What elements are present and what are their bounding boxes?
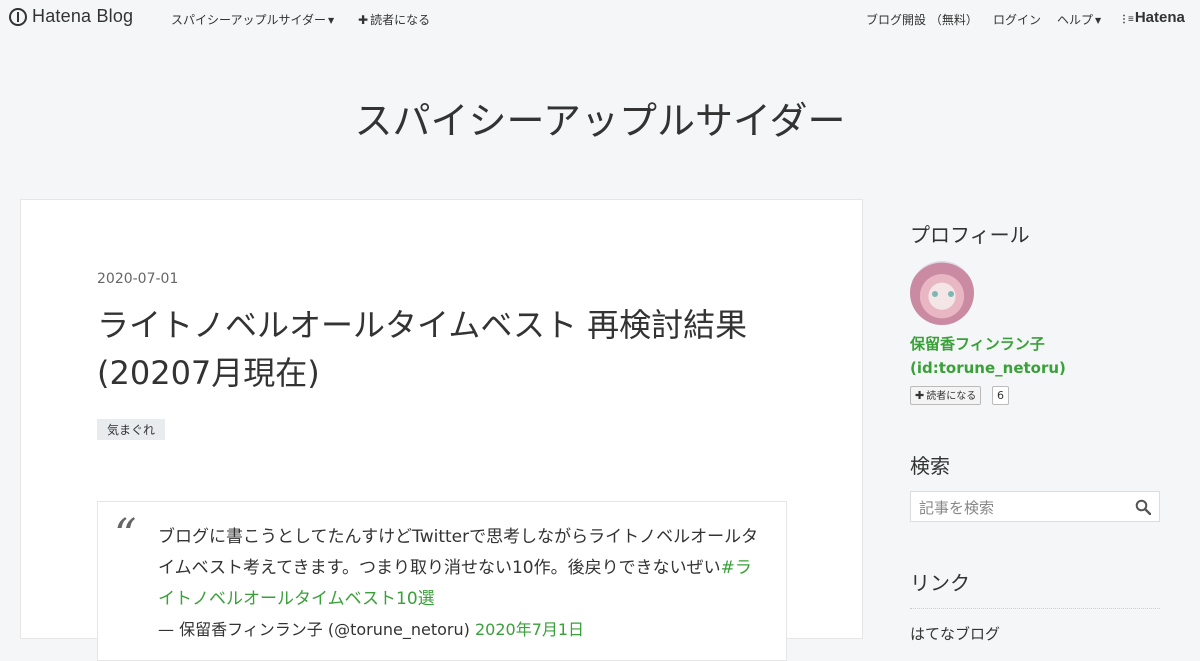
- caret-down-icon: ▼: [328, 16, 335, 25]
- entry-date[interactable]: 2020-07-01: [97, 271, 178, 287]
- search-icon[interactable]: [1135, 499, 1151, 515]
- profile-heading: プロフィール: [910, 223, 1030, 247]
- subscriber-count: 6: [992, 386, 1009, 405]
- help-menu-button[interactable]: ヘルプ ▼: [1057, 11, 1101, 28]
- divider: [910, 608, 1160, 609]
- login-label: ログイン: [993, 13, 1042, 27]
- embedded-tweet-quote: “ ブログに書こうとしてたんすけどTwitterで思考しながらライトノベルオール…: [97, 501, 787, 661]
- link-hatena-blog[interactable]: はてなブログ: [910, 623, 1000, 644]
- open-blog-link[interactable]: ブログ開設 （無料）: [866, 11, 978, 28]
- sidebar-subscribe-label: 読者になる: [926, 391, 977, 402]
- links-heading: リンク: [910, 571, 970, 595]
- subscribe-label: 読者になる: [370, 13, 431, 27]
- category-tag[interactable]: 気まぐれ: [97, 419, 166, 440]
- hatena-logo-icon: [9, 7, 27, 26]
- global-header: Hatena Blog スパイシーアップルサイダー ▼ ✚ 読者になる ブログ開設 …: [0, 0, 1200, 36]
- caret-down-icon: ▼: [1095, 16, 1102, 25]
- entry-title[interactable]: ライトノベルオールタイムベスト 再検討結果(20207月現在): [97, 301, 797, 397]
- avatar-eye-left: [932, 291, 938, 297]
- sidebar-subscribe-button[interactable]: ✚ 読者になる: [910, 386, 982, 405]
- blog-menu-button[interactable]: スパイシーアップルサイダー ▼: [171, 11, 334, 28]
- profile-id: (id:torune_netoru): [910, 359, 1066, 377]
- blog-title[interactable]: スパイシーアップルサイダー: [0, 90, 1200, 145]
- search-input[interactable]: [917, 498, 1131, 518]
- avatar-eye-right: [948, 291, 954, 297]
- quote-text: ブログに書こうとしてたんすけどTwitterで思考しながらライトノベルオールタイ…: [158, 522, 768, 615]
- open-blog-label: ブログ開設 （無料）: [866, 13, 978, 27]
- avatar[interactable]: [910, 261, 974, 325]
- entry-article: 2020-07-01 ライトノベルオールタイムベスト 再検討結果(20207月現…: [20, 199, 863, 661]
- search-heading: 検索: [910, 454, 950, 478]
- sidebar: プロフィール 保留香フィンラン子 (id:torune_netoru) ✚ 読者に…: [893, 199, 1180, 643]
- quote-attribution: — 保留香フィンラン子 (@torune_netoru) 2020年7月1日: [158, 616, 584, 640]
- hatena-link[interactable]: ⋮≡ Hatena: [1119, 9, 1185, 26]
- login-link[interactable]: ログイン: [993, 11, 1041, 28]
- help-label: ヘルプ: [1057, 13, 1094, 27]
- logo-text: Hatena Blog: [32, 6, 134, 26]
- profile-name[interactable]: 保留香フィンラン子 (id:torune_netoru): [910, 332, 1066, 380]
- hatena-label: Hatena: [1134, 9, 1185, 26]
- header-subscribe-button[interactable]: ✚ 読者になる: [358, 11, 430, 28]
- plus-icon: ✚: [358, 13, 369, 27]
- hatena-blog-logo[interactable]: Hatena Blog: [9, 6, 133, 27]
- hatena-mark-icon: ⋮≡: [1119, 14, 1134, 25]
- profile-display-name: 保留香フィンラン子: [910, 335, 1045, 353]
- plus-icon: ✚: [915, 389, 925, 402]
- quote-body: ブログに書こうとしてたんすけどTwitterで思考しながらライトノベルオールタイ…: [158, 527, 759, 578]
- search-box: [910, 491, 1160, 522]
- quote-mark-icon: “: [114, 510, 137, 561]
- blog-menu-label: スパイシーアップルサイダー: [171, 13, 327, 27]
